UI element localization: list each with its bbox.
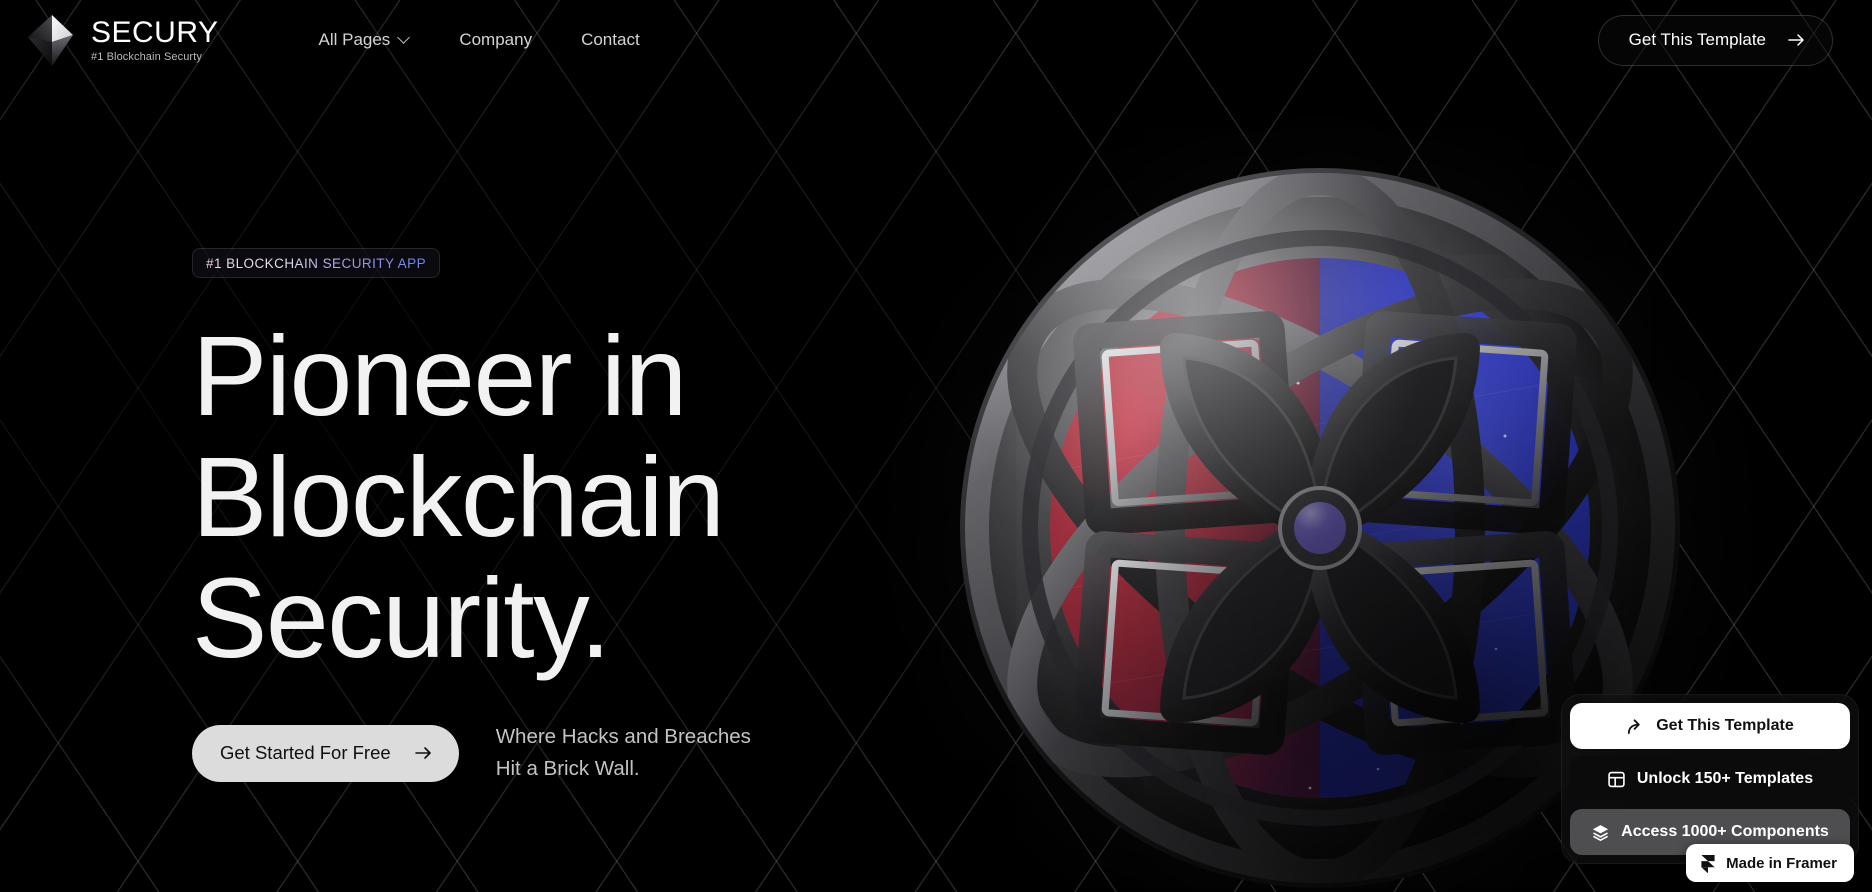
nav-item-label: All Pages [318,30,391,49]
widget-button-label: Access 1000+ Components [1621,823,1829,840]
nav-item-label: Contact [581,30,640,49]
get-started-button[interactable]: Get Started For Free [192,724,459,782]
nav-item-label: Company [459,30,533,49]
hero-content: #1 BLOCKCHAIN SECURITY APP Pioneer in Bl… [192,248,751,785]
header-get-template-button[interactable]: Get This Template [1597,14,1833,66]
headline-line-1: Pioneer in [192,313,687,439]
arrow-right-icon [414,747,431,759]
framer-badge-label: Made in Framer [1726,854,1837,872]
framer-logo-icon [1701,854,1715,873]
arrow-right-icon [1788,34,1804,46]
chevron-down-icon [399,33,410,44]
brand-name: SECURY [91,15,219,49]
layout-grid-icon [1608,771,1625,787]
nav-item-all-pages[interactable]: All Pages [318,30,410,50]
widget-button-label: Get This Template [1656,717,1794,734]
headline-line-2: Blockchain [192,433,725,560]
main-navigation: All Pages Company Contact [318,30,639,50]
get-started-label: Get Started For Free [220,742,391,764]
tagline-line-1: Where Hacks and Breaches [495,724,751,748]
tagline-line-2: Hit a Brick Wall. [495,757,640,781]
hero-badge-label: #1 BLOCKCHAIN SECURITY APP [206,255,427,271]
widget-unlock-templates-button[interactable]: Unlock 150+ Templates [1570,756,1850,802]
widget-button-label: Unlock 150+ Templates [1636,770,1814,787]
widget-get-template-button[interactable]: Get This Template [1570,703,1850,749]
site-header: SECURY #1 Blockchain Securty All Pages C… [0,0,1872,80]
diamond-octahedron-icon [25,11,79,69]
hero-actions: Get Started For Free Where Hacks and Bre… [192,721,751,786]
header-cta-label: Get This Template [1628,30,1766,49]
hero-tagline: Where Hacks and Breaches Hit a Brick Wal… [496,721,751,786]
brand-logo[interactable]: SECURY #1 Blockchain Securty [25,11,218,69]
headline-line-3: Security. [192,554,611,681]
nav-item-contact[interactable]: Contact [581,30,640,50]
page-root: SECURY #1 Blockchain Securty All Pages C… [0,0,1872,892]
made-in-framer-badge[interactable]: Made in Framer [1686,844,1854,882]
nav-item-company[interactable]: Company [459,30,532,50]
template-promo-widget: Get This Template Unlock 150+ Templates … [1561,694,1859,864]
hero-badge: #1 BLOCKCHAIN SECURITY APP [192,248,441,278]
layers-icon [1593,824,1609,841]
share-arrow-icon [1628,718,1640,734]
page-title: Pioneer in Blockchain Security. [192,316,751,679]
brand-tagline: #1 Blockchain Securty [91,50,202,63]
